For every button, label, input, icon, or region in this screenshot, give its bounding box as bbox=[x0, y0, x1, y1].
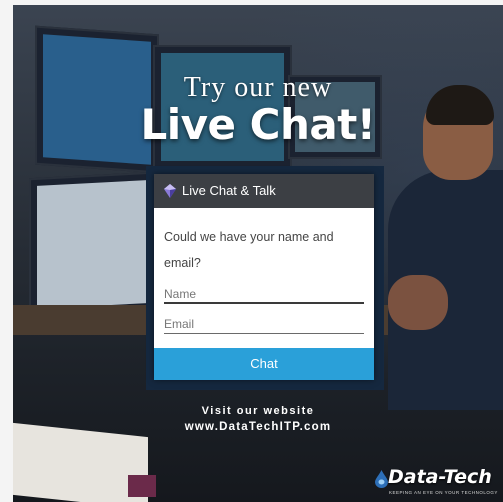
chat-button[interactable]: Chat bbox=[154, 348, 374, 380]
chat-widget-title: Live Chat & Talk bbox=[182, 183, 276, 198]
box-label bbox=[128, 475, 156, 497]
chat-widget: Live Chat & Talk Could we have your name… bbox=[154, 174, 374, 380]
logo-tagline: KEEPING AN EYE ON YOUR TECHNOLOGY bbox=[389, 490, 498, 495]
chat-widget-header[interactable]: Live Chat & Talk bbox=[154, 174, 374, 208]
person-arm bbox=[388, 275, 448, 330]
headline-main: Live Chat! bbox=[140, 100, 376, 149]
gem-icon bbox=[164, 184, 176, 198]
visit-website-label: Visit our website bbox=[201, 405, 315, 417]
monitor bbox=[29, 171, 155, 318]
logo-name: Data-Tech bbox=[388, 466, 492, 488]
eye-drop-icon bbox=[375, 470, 388, 488]
chat-prompt-text: Could we have your name and email? bbox=[164, 230, 334, 270]
data-tech-logo: Data-Tech KEEPING AN EYE ON YOUR TECHNOL… bbox=[375, 466, 503, 502]
email-field[interactable]: Email bbox=[164, 317, 194, 331]
page-margin-left bbox=[0, 0, 13, 502]
name-field[interactable]: Name bbox=[164, 287, 196, 301]
name-field-underline bbox=[164, 302, 364, 304]
website-url[interactable]: www.DataTechITP.com bbox=[13, 421, 503, 433]
monitor-screen bbox=[37, 180, 147, 309]
email-field-underline bbox=[164, 333, 364, 334]
